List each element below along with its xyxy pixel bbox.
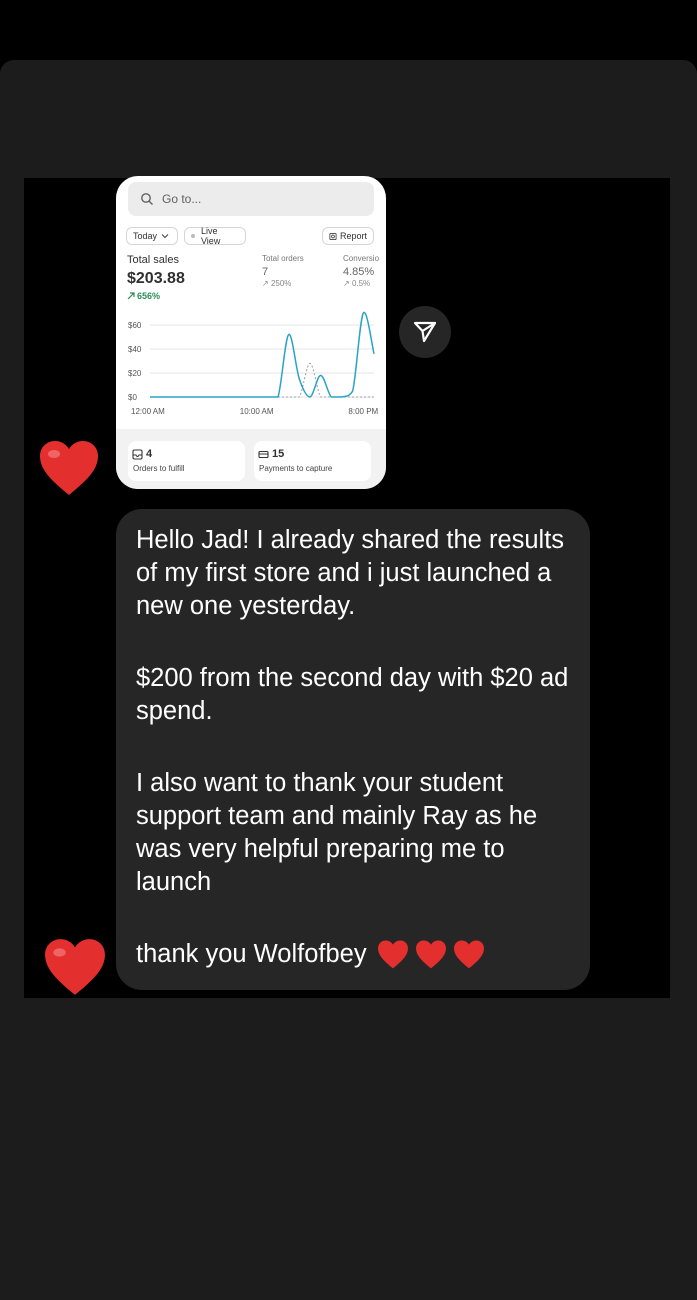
- y-tick-label: $60: [128, 321, 142, 330]
- inbox-icon: [132, 449, 143, 460]
- heart-reaction-icon[interactable]: [43, 938, 107, 998]
- shared-analytics-card[interactable]: Go to... Today Live View Report Total sa…: [116, 176, 386, 489]
- orders-to-fulfill-count: 4: [146, 448, 153, 460]
- orders-to-fulfill-card[interactable]: 4 Orders to fulfill: [128, 441, 245, 481]
- message-paragraph-last: thank you Wolfofbey: [136, 938, 570, 971]
- total-orders-delta-group: ↗ 250%: [262, 279, 292, 288]
- orders-to-fulfill-label: Orders to fulfill: [133, 464, 185, 473]
- payments-to-capture-label: Payments to capture: [259, 464, 333, 473]
- heart-emoji-icon: [415, 940, 446, 968]
- message-paragraph: I also want to thank your student suppor…: [136, 769, 538, 896]
- conversion-delta: 0.5%: [351, 279, 371, 288]
- send-icon: [413, 321, 437, 343]
- report-button[interactable]: Report: [322, 227, 374, 245]
- heart-reaction-icon[interactable]: [38, 440, 100, 498]
- total-sales-label: Total sales: [127, 254, 179, 266]
- date-range-dropdown[interactable]: Today: [126, 227, 178, 245]
- payments-icon: [258, 450, 269, 459]
- y-tick-label: $0: [128, 393, 137, 402]
- total-sales-value: $203.88: [127, 270, 185, 287]
- total-sales-delta: 656%: [137, 291, 161, 301]
- total-sales-delta-group: 656%: [127, 291, 160, 301]
- message-bubble[interactable]: Hello Jad! I already shared the results …: [116, 509, 590, 990]
- report-label: Report: [339, 231, 367, 241]
- live-view-label: Live View: [200, 226, 221, 246]
- search-icon: [141, 193, 153, 205]
- total-orders-value: 7: [262, 266, 269, 278]
- payments-to-capture-card[interactable]: 15 Payments to capture: [254, 441, 371, 481]
- conversion-label: Conversio: [343, 254, 380, 263]
- message-thanks-text: thank you Wolfofbey: [136, 940, 367, 968]
- search-placeholder: Go to...: [162, 192, 202, 206]
- message-paragraph: $200 from the second day with $20 ad spe…: [136, 664, 569, 725]
- inline-hearts: [377, 940, 485, 970]
- total-orders-label: Total orders: [262, 254, 304, 263]
- x-tick-label: 10:00 AM: [240, 407, 274, 416]
- sales-line-chart: $60 $40 $20 $0 12:00 AM 10:00 AM 8:00 PM: [128, 311, 379, 416]
- x-tick-label: 12:00 AM: [131, 407, 165, 416]
- comparison-series-line: [149, 362, 374, 398]
- total-orders-delta: 250%: [270, 279, 292, 288]
- share-button[interactable]: [399, 306, 451, 358]
- message-paragraph: Hello Jad! I already shared the results …: [136, 526, 565, 620]
- live-view-button[interactable]: Live View: [184, 226, 246, 246]
- report-icon: [329, 232, 337, 240]
- y-tick-label: $40: [128, 345, 142, 354]
- trend-up-icon: [127, 292, 135, 300]
- conversion-value: 4.85%: [343, 266, 375, 278]
- task-summary-strip: 4 Orders to fulfill 15 Payments to captu…: [116, 429, 386, 489]
- live-dot-icon: [191, 234, 195, 238]
- x-tick-label: 8:00 PM: [348, 407, 378, 416]
- chevron-down-icon: [161, 234, 169, 239]
- payments-to-capture-count: 15: [272, 448, 285, 460]
- search-bar[interactable]: Go to...: [128, 182, 374, 216]
- heart-emoji-icon: [453, 940, 484, 968]
- date-range-label: Today: [133, 231, 158, 241]
- heart-emoji-icon: [377, 940, 408, 968]
- conversion-delta-group: ↗ 0.5%: [343, 279, 371, 288]
- y-tick-label: $20: [128, 369, 142, 378]
